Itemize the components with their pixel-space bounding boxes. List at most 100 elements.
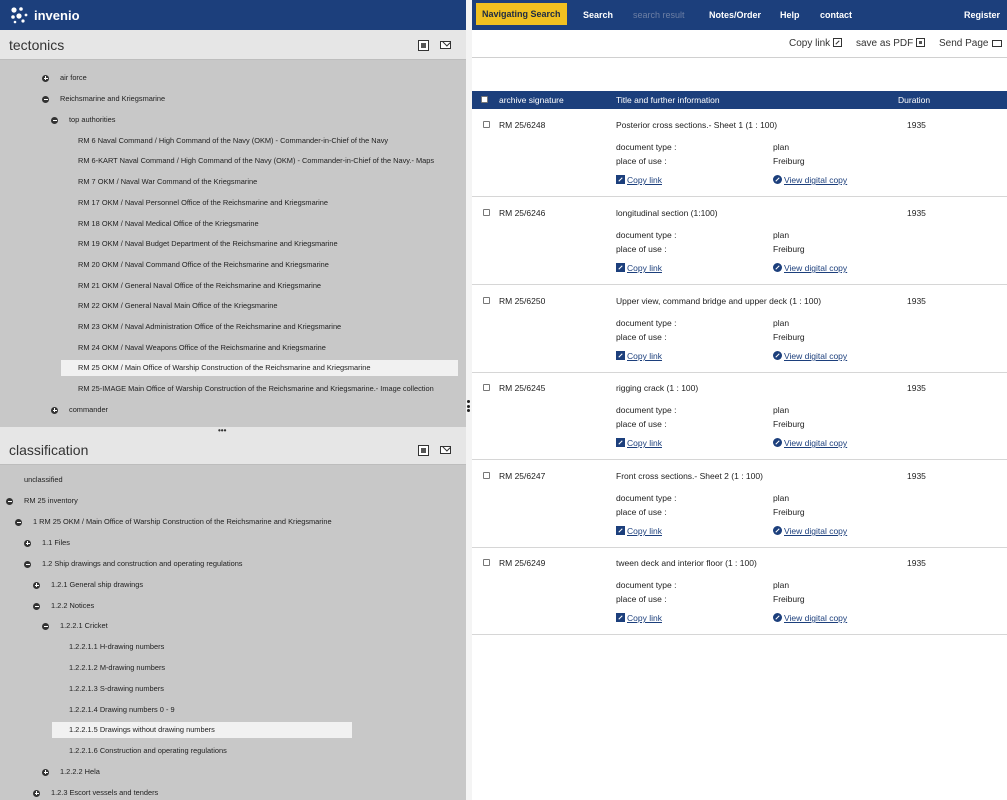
tree-leaf[interactable]: 1.2.2.1.4 Drawing numbers 0 - 9 [69, 702, 175, 718]
tree-leaf[interactable]: RM 23 OKM / Naval Administration Office … [78, 319, 341, 335]
expand-icon[interactable] [42, 768, 49, 776]
copy-link[interactable]: Copy link [616, 438, 662, 448]
tree-leaf[interactable]: RM 17 OKM / Naval Personnel Office of th… [78, 195, 328, 211]
collapse-icon[interactable] [42, 95, 49, 103]
collapse-icon[interactable] [24, 560, 31, 568]
row-checkbox[interactable] [483, 121, 490, 128]
link-icon [616, 438, 625, 447]
tree-node[interactable]: air force [42, 70, 87, 86]
header-duration[interactable]: Duration [898, 95, 930, 105]
tree-leaf[interactable]: RM 6-KART Naval Command / High Command o… [78, 153, 434, 169]
table-row: RM 25/6249 tween deck and interior floor… [472, 548, 1007, 635]
nav-register[interactable]: Register [964, 0, 1000, 30]
view-digital-copy-link[interactable]: View digital copy [773, 438, 847, 448]
tree-leaf[interactable]: 1.2.2.1.6 Construction and operating reg… [69, 743, 227, 759]
select-all-checkbox[interactable] [481, 96, 488, 103]
tree-leaf[interactable]: 1.2.2.1.1 H-drawing numbers [69, 639, 164, 655]
tree-leaf[interactable]: RM 20 OKM / Naval Command Office of the … [78, 257, 329, 273]
record-title[interactable]: tween deck and interior floor (1 : 100) [616, 558, 757, 568]
tree-leaf[interactable]: RM 19 OKM / Naval Budget Department of t… [78, 236, 338, 252]
pdf-icon[interactable] [418, 40, 429, 51]
tree-leaf[interactable]: RM 25-IMAGE Main Office of Warship Const… [78, 381, 434, 397]
tree-leaf-selected[interactable]: 1.2.2.1.5 Drawings without drawing numbe… [52, 722, 352, 738]
collapse-icon[interactable] [33, 602, 40, 610]
doc-type-label: document type : [616, 142, 677, 152]
tree-leaf[interactable]: RM 24 OKM / Naval Weapons Office of the … [78, 340, 326, 356]
record-year: 1935 [907, 208, 926, 218]
view-digital-copy-link[interactable]: View digital copy [773, 613, 847, 623]
link-icon [616, 526, 625, 535]
horizontal-splitter[interactable]: ••• [0, 427, 466, 435]
record-title[interactable]: longitudinal section (1:100) [616, 208, 718, 218]
row-checkbox[interactable] [483, 472, 490, 479]
expand-icon[interactable] [42, 74, 49, 82]
collapse-icon[interactable] [15, 518, 22, 526]
tree-node[interactable]: 1.2.2 Notices [33, 598, 94, 614]
row-checkbox[interactable] [483, 559, 490, 566]
view-icon [773, 438, 782, 447]
copy-link[interactable]: Copy link [616, 351, 662, 361]
copy-link[interactable]: Copy link [616, 263, 662, 273]
tree-node[interactable]: 1.2.1 General ship drawings [33, 577, 143, 593]
tree-leaf[interactable]: RM 22 OKM / General Naval Main Office of… [78, 298, 278, 314]
splitter-handle-icon[interactable]: ••• [218, 427, 226, 435]
record-title[interactable]: Upper view, command bridge and upper dec… [616, 296, 821, 306]
collapse-icon[interactable] [6, 497, 13, 505]
tree-node[interactable]: 1 RM 25 OKM / Main Office of Warship Con… [15, 514, 332, 530]
tree-leaf-selected[interactable]: RM 25 OKM / Main Office of Warship Const… [61, 360, 458, 376]
header-signature[interactable]: archive signature [499, 95, 564, 105]
copy-link-action[interactable]: Copy link [789, 38, 843, 49]
view-digital-copy-link[interactable]: View digital copy [773, 175, 847, 185]
record-title[interactable]: rigging crack (1 : 100) [616, 383, 698, 393]
copy-link[interactable]: Copy link [616, 526, 662, 536]
nav-search[interactable]: Search [583, 0, 613, 30]
tree-node[interactable]: 1.2.2.2 Hela [42, 764, 100, 780]
tree-leaf[interactable]: RM 6 Naval Command / High Command of the… [78, 133, 388, 149]
tree-leaf[interactable]: 1.2.2.1.3 S-drawing numbers [69, 681, 164, 697]
tree-node[interactable]: 1.2.2.1 Cricket [42, 618, 108, 634]
collapse-icon[interactable] [42, 622, 49, 630]
expand-icon[interactable] [24, 539, 31, 547]
send-page-action[interactable]: Send Page [939, 38, 1002, 49]
doc-type-value: plan [773, 318, 790, 328]
row-checkbox[interactable] [483, 209, 490, 216]
splitter-handle-icon[interactable] [467, 400, 471, 414]
nav-help[interactable]: Help [780, 0, 800, 30]
save-pdf-action[interactable]: save as PDF [856, 38, 926, 49]
collapse-icon[interactable] [51, 116, 58, 124]
mail-icon[interactable] [440, 446, 451, 454]
record-title[interactable]: Front cross sections.- Sheet 2 (1 : 100) [616, 471, 763, 481]
nav-navigating-search[interactable]: Navigating Search [476, 3, 567, 25]
record-signature: RM 25/6249 [499, 558, 546, 568]
nav-notes-order[interactable]: Notes/Order [709, 0, 761, 30]
table-row: RM 25/6245 rigging crack (1 : 100) 1935 … [472, 373, 1007, 460]
tree-leaf[interactable]: 1.2.2.1.2 M-drawing numbers [69, 660, 165, 676]
view-digital-copy-link[interactable]: View digital copy [773, 263, 847, 273]
row-checkbox[interactable] [483, 297, 490, 304]
copy-link[interactable]: Copy link [616, 175, 662, 185]
pdf-icon[interactable] [418, 445, 429, 456]
nav-contact[interactable]: contact [820, 0, 852, 30]
tree-leaf[interactable]: RM 18 OKM / Naval Medical Office of the … [78, 216, 259, 232]
row-checkbox[interactable] [483, 384, 490, 391]
tree-leaf[interactable]: unclassified [24, 472, 63, 488]
tree-node[interactable]: Reichsmarine and Kriegsmarine [42, 91, 165, 107]
expand-icon[interactable] [33, 581, 40, 589]
tree-leaf[interactable]: RM 7 OKM / Naval War Command of the Krie… [78, 174, 257, 190]
header-title[interactable]: Title and further information [616, 95, 720, 105]
view-digital-copy-link[interactable]: View digital copy [773, 526, 847, 536]
tree-node[interactable]: top authorities [51, 112, 115, 128]
mail-icon[interactable] [440, 41, 451, 49]
view-digital-copy-link[interactable]: View digital copy [773, 351, 847, 361]
tree-node[interactable]: 1.1 Files [24, 535, 70, 551]
copy-link[interactable]: Copy link [616, 613, 662, 623]
record-title[interactable]: Posterior cross sections.- Sheet 1 (1 : … [616, 120, 777, 130]
tree-node[interactable]: 1.2 Ship drawings and construction and o… [24, 556, 243, 572]
tree-node[interactable]: RM 25 inventory [6, 493, 78, 509]
tree-node[interactable]: commander [51, 402, 108, 418]
invenio-logo[interactable]: invenio [10, 4, 80, 26]
tree-node[interactable]: 1.2.3 Escort vessels and tenders [33, 785, 158, 800]
expand-icon[interactable] [33, 789, 40, 797]
tree-leaf[interactable]: RM 21 OKM / General Naval Office of the … [78, 278, 321, 294]
expand-icon[interactable] [51, 406, 58, 414]
